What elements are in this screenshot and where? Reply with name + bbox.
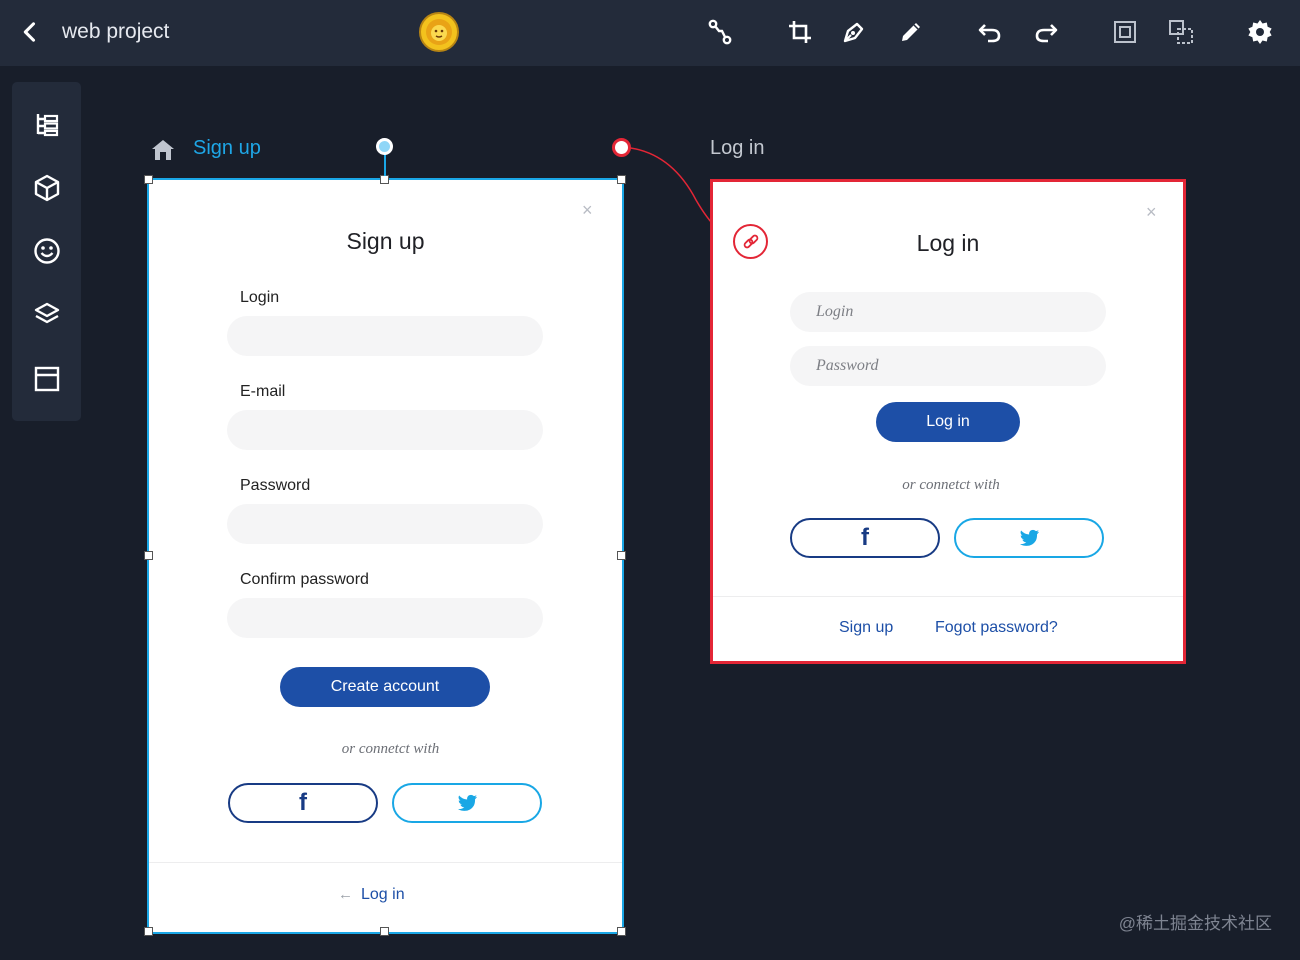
signup-title: Sign up bbox=[346, 228, 425, 254]
link-start-handle[interactable] bbox=[612, 138, 631, 157]
resize-handle-bottom[interactable] bbox=[380, 927, 389, 936]
signup-facebook-button[interactable]: f bbox=[228, 783, 378, 823]
login-facebook-button[interactable]: f bbox=[790, 518, 940, 558]
resize-handle-top[interactable] bbox=[380, 175, 389, 184]
resize-handle-right[interactable] bbox=[617, 551, 626, 560]
signup-card[interactable]: × Sign up Login E-mail Password Confirm … bbox=[147, 178, 624, 934]
signup-login-input[interactable] bbox=[227, 316, 543, 356]
panel-icon bbox=[34, 366, 60, 392]
crop-icon bbox=[789, 21, 811, 43]
rotate-handle[interactable] bbox=[376, 138, 393, 155]
resize-handle-bottom-left[interactable] bbox=[144, 927, 153, 936]
signup-connect-text: or connetct with bbox=[341, 741, 440, 757]
link-target-badge[interactable] bbox=[733, 224, 768, 259]
home-icon bbox=[152, 140, 174, 160]
arrow-left-icon: ← bbox=[338, 886, 353, 903]
crop-tool-button[interactable] bbox=[782, 14, 818, 50]
login-signup-link[interactable]: Sign up bbox=[839, 619, 893, 637]
resize-handle-left[interactable] bbox=[144, 551, 153, 560]
pen-icon bbox=[843, 22, 864, 43]
pencil-icon bbox=[902, 23, 920, 41]
undo-icon bbox=[978, 24, 1001, 43]
signup-footer-divider bbox=[149, 862, 622, 863]
forgot-password-link[interactable]: Fogot password? bbox=[935, 619, 1058, 637]
project-title[interactable]: web project bbox=[62, 20, 169, 44]
login-card[interactable]: × Log in Log in or connetct with f Sign … bbox=[710, 179, 1186, 664]
chain-link-icon bbox=[743, 234, 758, 248]
redo-icon bbox=[1035, 24, 1058, 43]
lion-logo-icon bbox=[419, 12, 459, 52]
login-frame-label[interactable]: Log in bbox=[710, 137, 765, 160]
login-title: Log in bbox=[916, 230, 980, 256]
signup-confirm-password-input[interactable] bbox=[227, 598, 543, 638]
back-button[interactable] bbox=[12, 14, 48, 50]
login-connect-text: or connetct with bbox=[902, 477, 1000, 493]
settings-button[interactable] bbox=[1242, 14, 1278, 50]
cube-icon bbox=[34, 174, 60, 202]
login-password-input[interactable] bbox=[790, 346, 1106, 386]
login-field-label: Login bbox=[240, 289, 280, 306]
left-sidebar bbox=[12, 82, 81, 421]
signup-email-input[interactable] bbox=[227, 410, 543, 450]
login-username-input[interactable] bbox=[790, 292, 1106, 332]
group-tool-button[interactable] bbox=[1163, 14, 1199, 50]
pen-tool-button[interactable] bbox=[836, 14, 872, 50]
top-toolbar: web project bbox=[0, 0, 1300, 66]
undo-button[interactable] bbox=[972, 14, 1008, 50]
sidebar-item-icons[interactable] bbox=[27, 231, 67, 271]
frame-icon bbox=[1114, 21, 1136, 43]
email-field-label: E-mail bbox=[240, 383, 286, 400]
layers-tree-icon bbox=[36, 114, 59, 137]
resize-handle-bottom-right[interactable] bbox=[617, 927, 626, 936]
resize-handle-top-left[interactable] bbox=[144, 175, 153, 184]
twitter-icon bbox=[458, 794, 478, 811]
sidebar-item-components[interactable] bbox=[27, 168, 67, 208]
smiley-icon bbox=[34, 238, 60, 264]
resize-handle-top-right[interactable] bbox=[617, 175, 626, 184]
stack-icon bbox=[34, 302, 60, 324]
password-field-label: Password bbox=[240, 477, 311, 494]
connect-tool-button[interactable] bbox=[702, 14, 738, 50]
sidebar-item-stack[interactable] bbox=[27, 295, 67, 335]
signup-twitter-button[interactable] bbox=[392, 783, 542, 823]
frame-tool-button[interactable] bbox=[1107, 14, 1143, 50]
watermark: @稀土掘金技术社区 bbox=[1118, 914, 1272, 933]
login-button[interactable]: Log in bbox=[876, 402, 1020, 442]
sidebar-item-layers[interactable] bbox=[27, 104, 67, 144]
facebook-icon: f bbox=[299, 789, 307, 816]
confirm-password-field-label: Confirm password bbox=[240, 571, 369, 588]
rotate-handle-stem bbox=[384, 152, 386, 176]
pencil-tool-button[interactable] bbox=[893, 14, 929, 50]
redo-button[interactable] bbox=[1028, 14, 1064, 50]
signup-login-link[interactable]: Log in bbox=[361, 886, 405, 904]
login-twitter-button[interactable] bbox=[954, 518, 1104, 558]
chevron-left-icon bbox=[23, 22, 36, 42]
login-footer-divider bbox=[713, 596, 1183, 597]
signup-password-input[interactable] bbox=[227, 504, 543, 544]
group-icon bbox=[1169, 20, 1193, 44]
connect-icon bbox=[708, 19, 732, 45]
facebook-icon: f bbox=[861, 524, 869, 551]
twitter-icon bbox=[1020, 529, 1040, 546]
signup-frame-label[interactable]: Sign up bbox=[193, 137, 261, 160]
login-close-button[interactable]: × bbox=[1146, 202, 1157, 223]
create-account-button[interactable]: Create account bbox=[280, 667, 490, 707]
signup-close-button[interactable]: × bbox=[582, 200, 593, 221]
sidebar-item-panel[interactable] bbox=[27, 359, 67, 399]
settings-icon bbox=[1248, 20, 1272, 44]
